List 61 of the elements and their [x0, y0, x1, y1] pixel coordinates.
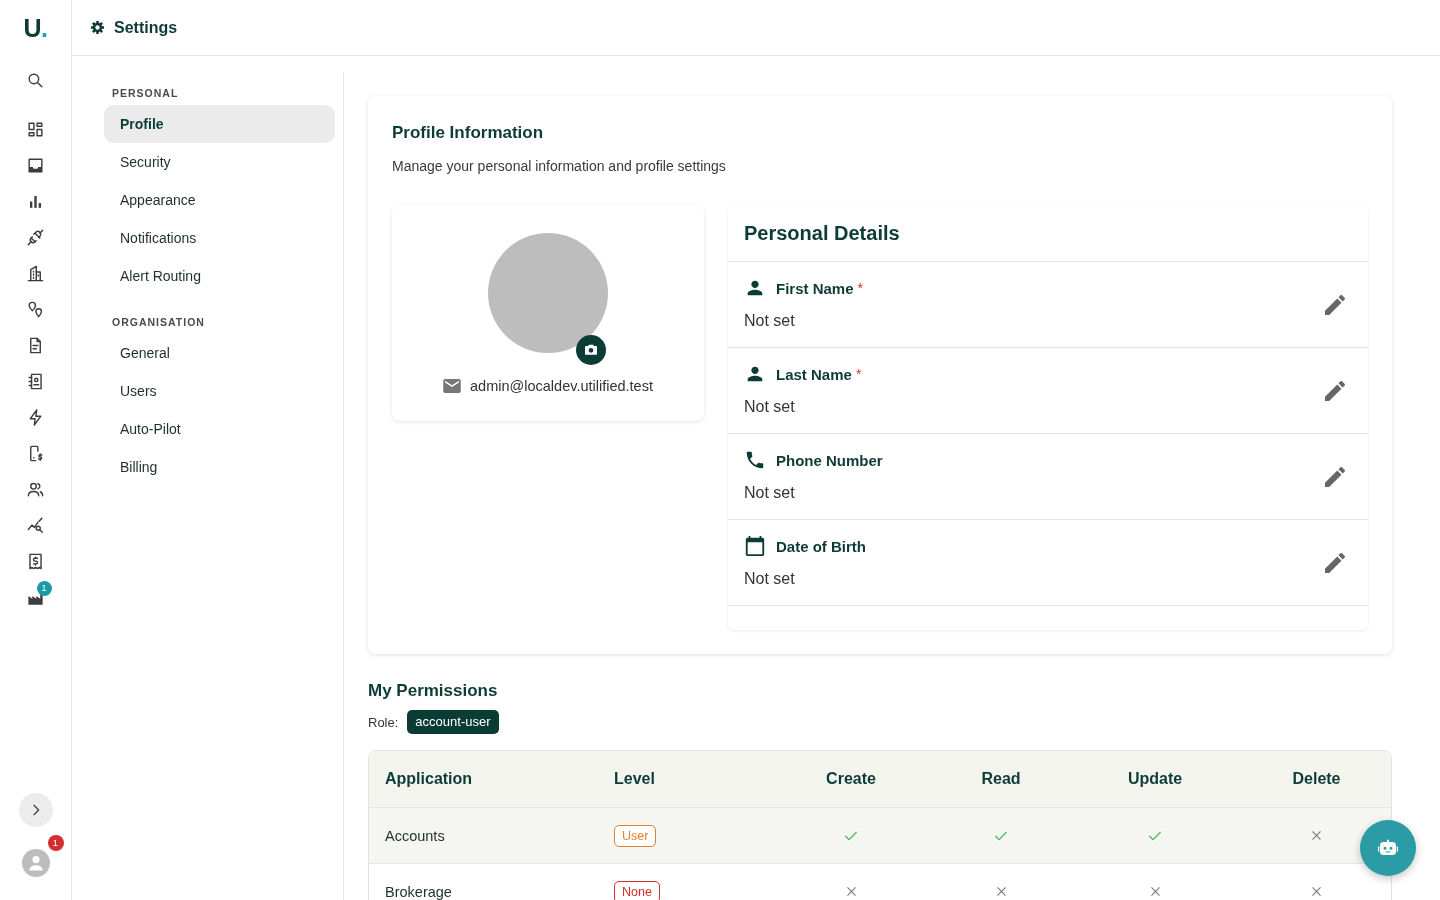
chatbot-button[interactable]: [1360, 820, 1416, 876]
calendar-icon: [744, 535, 766, 557]
field-label: Phone Number: [776, 451, 883, 469]
phone-icon: [744, 449, 766, 471]
mail-icon: [443, 379, 462, 393]
chart-search-icon[interactable]: [26, 515, 45, 535]
level-tag: None: [614, 880, 660, 900]
panel-title: Personal Details: [744, 221, 900, 245]
page-title: Settings: [114, 18, 178, 37]
column-header: Application: [384, 770, 474, 788]
camera-button[interactable]: [576, 335, 606, 365]
application-name: Accounts: [385, 827, 445, 844]
application-name: Brokerage: [385, 883, 452, 900]
receipt-icon[interactable]: [26, 551, 45, 571]
grid-icon[interactable]: [26, 119, 45, 139]
card-title: Profile Information: [392, 123, 545, 143]
field-label: Last Name: [776, 365, 852, 383]
edit-icon[interactable]: [1325, 466, 1345, 487]
nav-item[interactable]: Billing: [104, 448, 335, 486]
address-book-icon[interactable]: [26, 371, 45, 391]
nav-item[interactable]: Profile: [104, 105, 335, 143]
inbox-icon[interactable]: [26, 155, 45, 175]
required-mark: *: [857, 280, 863, 296]
card-subtitle: Manage your personal information and profile settings: [392, 157, 727, 175]
email-text: admin@localdev.utilified.test: [470, 377, 653, 395]
nav-item[interactable]: General: [104, 334, 335, 372]
field-value: Not set: [744, 311, 795, 331]
field-label: First Name: [776, 279, 854, 297]
nav-item[interactable]: Alert Routing: [104, 257, 335, 295]
role-tag: account-user: [407, 710, 499, 734]
section-heading: PERSONAL: [111, 87, 180, 99]
nav-item[interactable]: Security: [104, 143, 335, 181]
column-header: Update: [1126, 770, 1184, 788]
logo: U.: [23, 14, 48, 42]
location-pins-icon[interactable]: [26, 299, 45, 319]
field-value: Not set: [744, 569, 795, 589]
level-tag: User: [614, 824, 657, 847]
edit-icon[interactable]: [1325, 552, 1345, 573]
column-header: Level: [613, 770, 656, 788]
column-header: Delete: [1291, 770, 1342, 788]
section-title: My Permissions: [368, 681, 499, 701]
settings-icon: [90, 20, 105, 35]
edit-icon[interactable]: [1325, 294, 1345, 315]
field-value: Not set: [744, 397, 795, 417]
section-heading: ORGANISATION: [111, 316, 206, 328]
field-label: Date of Birth: [776, 537, 866, 555]
edit-icon[interactable]: [1325, 380, 1345, 401]
column-header: Read: [980, 770, 1022, 788]
nav-item[interactable]: Auto-Pilot: [104, 410, 335, 448]
count-badge: 1: [36, 581, 52, 596]
nav-item[interactable]: Notifications: [104, 219, 335, 257]
notification-badge: 1: [47, 835, 64, 851]
required-mark: *: [855, 366, 862, 382]
nav-item[interactable]: Appearance: [104, 181, 335, 219]
field-value: Not set: [744, 483, 795, 503]
plug-icon[interactable]: [26, 227, 45, 247]
role-label: Role:: [368, 714, 399, 730]
column-header: Create: [825, 770, 877, 788]
nav-item[interactable]: Users: [104, 372, 335, 410]
camera-icon: [583, 342, 599, 358]
building-icon[interactable]: [26, 263, 45, 283]
